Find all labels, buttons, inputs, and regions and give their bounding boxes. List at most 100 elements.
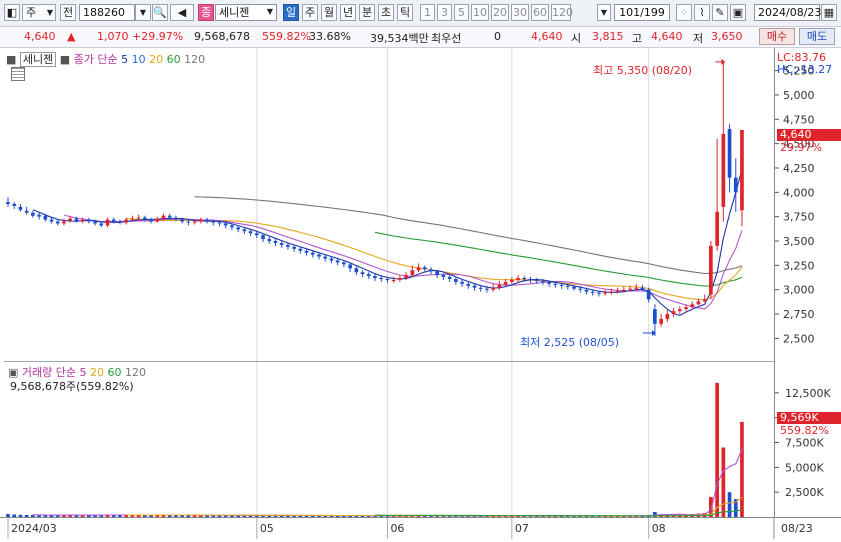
price-tick-label: 2,750 <box>783 308 815 321</box>
candle-body <box>373 276 377 278</box>
candle-body <box>111 219 116 222</box>
legend-ma10: 10 <box>131 53 146 66</box>
candle-body <box>497 284 502 288</box>
interval-dropdown-icon[interactable]: ▼ <box>597 4 611 21</box>
candle-body <box>310 252 315 255</box>
candle-body <box>640 287 645 290</box>
candle-body <box>646 289 651 300</box>
candle-body <box>335 260 340 263</box>
buy-button[interactable]: 매수 <box>759 28 795 45</box>
candle-body <box>677 309 682 312</box>
candle-body <box>528 279 533 280</box>
market-select[interactable]: 주 ▼ <box>22 4 56 21</box>
legend-stock-name[interactable]: 세니젠 <box>19 52 57 67</box>
stock-code-dropdown-icon[interactable]: ▼ <box>135 4 151 21</box>
timeframe-button-2[interactable]: 월 <box>321 4 337 21</box>
candle-body <box>12 204 17 206</box>
price-chart-pane[interactable]: ■ 세니젠 ■ 종가 단순 5 10 20 60 120 최고 5,350 (0… <box>4 48 774 362</box>
interval-button-6[interactable]: 60 <box>531 4 549 21</box>
volume-bar <box>721 447 726 517</box>
timeframe-button-4[interactable]: 분 <box>359 4 375 21</box>
ma120-line <box>194 196 743 275</box>
date-input[interactable]: 2024/08/23 <box>754 4 821 21</box>
up-arrow-icon: ▲ <box>67 30 76 43</box>
candle-body <box>416 267 421 271</box>
stock-code-input[interactable]: 188260 <box>79 4 135 21</box>
candle-body <box>485 288 489 290</box>
timeframe-button-3[interactable]: 년 <box>340 4 356 21</box>
candle-body <box>547 281 551 284</box>
interval-button-3[interactable]: 10 <box>471 4 489 21</box>
interval-button-2[interactable]: 5 <box>454 4 469 21</box>
candle-body <box>441 275 446 277</box>
candle-body <box>478 287 483 289</box>
last-volume-tag: 9,569K <box>777 412 841 424</box>
last-date-label: 08/23 <box>781 522 813 535</box>
candle-body <box>621 289 626 291</box>
legend-ma20: 20 <box>149 53 164 66</box>
timeframe-button-6[interactable]: 틱 <box>397 4 413 21</box>
candle-body <box>68 218 72 221</box>
volume-ma20-line <box>126 496 743 517</box>
candle-body <box>254 233 259 236</box>
grid-settings-icon[interactable] <box>11 67 25 81</box>
volume-chart-pane[interactable]: ▣ 거래량 단순 5 20 60 120 9,568,678주(559.82%) <box>4 362 774 517</box>
candle-body <box>690 304 695 308</box>
candle-body <box>205 219 209 221</box>
candle-body <box>199 219 203 222</box>
save-icon[interactable]: ▣ <box>730 4 746 21</box>
grid-toggle-icon[interactable]: ⁘ <box>676 4 692 21</box>
timeframe-button-5[interactable]: 초 <box>378 4 394 21</box>
search-icon[interactable]: 🔍 <box>152 4 168 21</box>
sell-button[interactable]: 매도 <box>799 28 835 45</box>
candle-body <box>609 291 614 293</box>
candle-body <box>584 289 589 292</box>
candle-body <box>124 219 128 223</box>
legend-ma120: 120 <box>184 53 206 66</box>
candle-body <box>49 219 54 222</box>
candle-body <box>230 225 234 228</box>
market-select-label: 주 <box>26 6 37 19</box>
chart-type-icon[interactable]: ⌇ <box>694 4 710 21</box>
axis-svg: 5,2505,0004,7504,5004,2504,0003,7503,500… <box>775 65 831 499</box>
candle-body <box>267 239 272 241</box>
legend-box-icon: ■ <box>59 53 71 66</box>
candle-body <box>43 215 48 220</box>
period-button[interactable]: 전 <box>60 4 76 21</box>
interval-button-1[interactable]: 3 <box>437 4 452 21</box>
candle-body <box>628 288 632 290</box>
candle-body <box>634 287 639 289</box>
interval-button-0[interactable]: 1 <box>420 4 435 21</box>
candle-body <box>186 221 191 223</box>
pref-value: 0 <box>494 30 501 43</box>
calendar-icon[interactable]: ▦ <box>821 4 837 21</box>
candle-body <box>572 286 576 289</box>
candle-body <box>553 283 558 285</box>
open-label: 시 <box>571 32 582 45</box>
candle-body <box>211 220 216 223</box>
volume-ratio: 559.82% <box>262 30 311 43</box>
chart-menu-icon[interactable]: ◧ <box>4 4 20 21</box>
timeframe-button-0[interactable]: 일 <box>283 4 299 21</box>
pref-price: 4,640 <box>531 30 563 43</box>
date-axis-svg: 2024/03 05 06 07 08 08/23 <box>7 518 813 539</box>
candle-body <box>715 211 719 246</box>
stock-name-dropdown-icon[interactable]: ▼ <box>262 4 278 21</box>
date-axis: 2024/03 05 06 07 08 08/23 <box>0 517 841 539</box>
candle-body <box>503 281 508 285</box>
trade-value: 39,534백만 <box>370 32 429 45</box>
timeframe-button-1[interactable]: 주 <box>302 4 318 21</box>
draw-tool-icon[interactable]: ✎ <box>712 4 728 21</box>
price-tick-label: 4,000 <box>783 186 815 199</box>
speaker-icon[interactable]: ◀ <box>170 4 194 21</box>
price-axis[interactable]: 5,250 5,000 4,750 4,500 4,250 4,000 3,750 3,500… <box>774 48 841 517</box>
candle-body <box>223 223 228 226</box>
interval-button-5[interactable]: 30 <box>511 4 529 21</box>
interval-button-4[interactable]: 20 <box>491 4 509 21</box>
candle-body <box>143 217 147 220</box>
date-tick-label: 07 <box>515 522 529 535</box>
current-price: 4,640 <box>24 30 56 43</box>
ma60-line <box>374 231 743 287</box>
interval-button-7[interactable]: 120 <box>551 4 573 21</box>
candle-body <box>329 258 334 261</box>
